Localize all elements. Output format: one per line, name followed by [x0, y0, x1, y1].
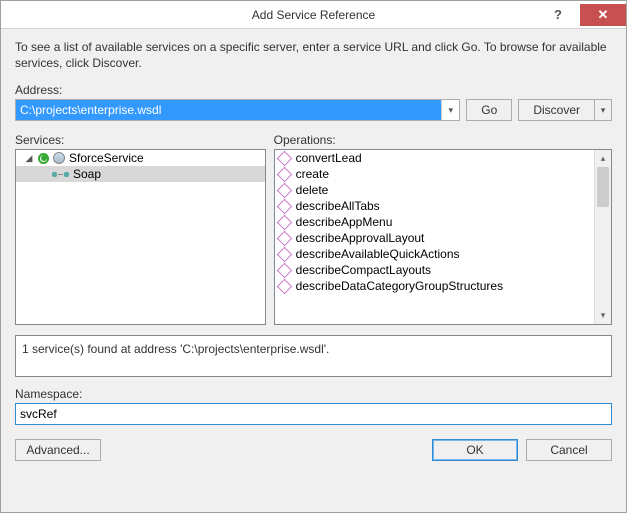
operation-label: convertLead: [296, 151, 362, 165]
address-input[interactable]: [16, 100, 441, 120]
operation-icon: [276, 199, 292, 215]
operation-label: create: [296, 167, 329, 181]
operation-item[interactable]: describeApprovalLayout: [275, 230, 594, 246]
dialog-window: Add Service Reference ? ✕ To see a list …: [0, 0, 627, 513]
operation-item[interactable]: describeAppMenu: [275, 214, 594, 230]
operations-list[interactable]: convertLead create delete describeAllTab…: [274, 149, 612, 325]
ok-button[interactable]: OK: [432, 439, 518, 461]
dialog-footer: Advanced... OK Cancel: [15, 439, 612, 461]
namespace-input[interactable]: [15, 403, 612, 425]
dialog-content: To see a list of available services on a…: [1, 29, 626, 512]
operations-label: Operations:: [274, 133, 612, 147]
operation-label: delete: [296, 183, 329, 197]
operation-icon: [276, 263, 292, 279]
lists-row: Services: ◢ SforceService: [15, 133, 612, 325]
scroll-down-icon[interactable]: ▾: [595, 307, 611, 324]
operation-icon: [276, 231, 292, 247]
titlebar: Add Service Reference ? ✕: [1, 1, 626, 29]
namespace-label: Namespace:: [15, 387, 612, 401]
services-label: Services:: [15, 133, 266, 147]
operation-icon: [276, 215, 292, 231]
operation-item[interactable]: convertLead: [275, 150, 594, 166]
operation-icon: [276, 247, 292, 263]
intro-text: To see a list of available services on a…: [15, 39, 612, 71]
address-row: ▾ Go Discover ▾: [15, 99, 612, 121]
operation-icon: [276, 183, 292, 199]
help-button[interactable]: ?: [536, 4, 580, 26]
operations-inner: convertLead create delete describeAllTab…: [275, 150, 611, 294]
service-port-item[interactable]: Soap: [16, 166, 265, 182]
operation-icon: [276, 167, 292, 183]
operation-item[interactable]: describeCompactLayouts: [275, 262, 594, 278]
operation-item[interactable]: delete: [275, 182, 594, 198]
go-button[interactable]: Go: [466, 99, 512, 121]
operation-label: describeAvailableQuickActions: [296, 247, 460, 261]
discover-dropdown-icon[interactable]: ▾: [594, 99, 612, 121]
operations-scrollbar[interactable]: ▴ ▾: [594, 150, 611, 324]
operation-icon: [276, 151, 292, 167]
status-message: 1 service(s) found at address 'C:\projec…: [15, 335, 612, 377]
scroll-thumb[interactable]: [597, 167, 609, 207]
port-icon: [52, 172, 69, 177]
services-column: Services: ◢ SforceService: [15, 133, 266, 325]
discover-split-button[interactable]: Discover ▾: [518, 99, 612, 121]
address-dropdown-icon[interactable]: ▾: [441, 100, 459, 120]
cancel-button[interactable]: Cancel: [526, 439, 612, 461]
scroll-up-icon[interactable]: ▴: [595, 150, 611, 167]
advanced-button[interactable]: Advanced...: [15, 439, 101, 461]
service-port-label: Soap: [73, 167, 101, 181]
operation-label: describeAppMenu: [296, 215, 393, 229]
operation-label: describeApprovalLayout: [296, 231, 425, 245]
service-root-item[interactable]: ◢ SforceService: [16, 150, 265, 166]
expand-icon[interactable]: ◢: [24, 153, 34, 164]
service-root-label: SforceService: [69, 151, 144, 165]
address-combo[interactable]: ▾: [15, 99, 460, 121]
discover-button[interactable]: Discover: [518, 99, 594, 121]
services-tree[interactable]: ◢ SforceService Soap: [15, 149, 266, 325]
window-title: Add Service Reference: [1, 8, 626, 22]
address-label: Address:: [15, 83, 612, 97]
operation-label: describeAllTabs: [296, 199, 380, 213]
operation-item[interactable]: describeDataCategoryGroupStructures: [275, 278, 594, 294]
operation-item[interactable]: describeAvailableQuickActions: [275, 246, 594, 262]
operation-label: describeCompactLayouts: [296, 263, 431, 277]
scroll-track[interactable]: [595, 207, 611, 307]
operations-column: Operations: convertLead create delete de…: [274, 133, 612, 325]
operation-label: describeDataCategoryGroupStructures: [296, 279, 503, 293]
service-status-dot-icon: [41, 155, 47, 161]
operation-item[interactable]: describeAllTabs: [275, 198, 594, 214]
operation-item[interactable]: create: [275, 166, 594, 182]
operation-icon: [276, 279, 292, 295]
close-button[interactable]: ✕: [580, 4, 626, 26]
globe-icon: [53, 152, 65, 164]
